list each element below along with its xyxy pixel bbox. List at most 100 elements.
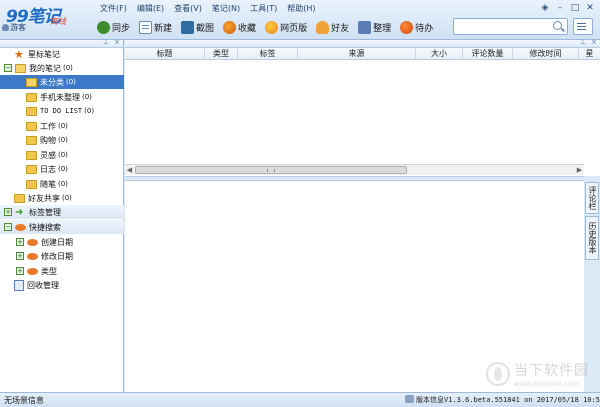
column-type[interactable]: 类型 [205,48,238,60]
quick-search-icon [27,252,38,260]
menu-file[interactable]: 文件(F) [96,2,131,16]
column-modified[interactable]: 修改时间 [513,48,579,60]
tree-item-label: 我的笔记 [29,63,61,73]
maximize-icon[interactable]: □ [569,3,581,14]
column-star[interactable]: 星 [579,48,600,60]
tree-item-friend-share[interactable]: 好友共享 (0) [0,191,124,205]
tree-item-count: (0) [82,93,92,101]
menu-tools[interactable]: 工具(T) [246,2,281,16]
collapse-icon[interactable]: − [4,223,12,231]
pin-icon[interactable]: ⊥ [103,38,109,46]
quick-search-icon [27,267,38,275]
tree-item-count: (0) [58,151,68,159]
tree-item-label: 回收管理 [27,280,59,290]
scroll-left-icon[interactable]: ◀ [125,166,134,175]
collapse-icon[interactable]: − [4,64,12,72]
tree-item-label: 标签管理 [29,207,61,217]
minimize-icon[interactable]: – [554,3,566,14]
tree-item-inspiration[interactable]: 灵感 (0) [0,148,124,162]
user-label: 游客 [10,23,26,32]
tree-item-starred[interactable]: ★ 星标笔记 [0,47,124,61]
tree-item-count: (0) [63,64,73,72]
organize-icon [358,20,372,34]
folder-open-icon [26,77,37,87]
menu-note[interactable]: 笔记(N) [208,2,244,16]
watermark-title: 当下软件园 [514,363,589,379]
close-icon[interactable]: × [591,38,597,46]
view-menu-button[interactable] [573,18,593,35]
todo-button[interactable]: 待办 [397,18,436,36]
scroll-right-icon[interactable]: ▶ [575,166,584,175]
watermark-logo-icon [486,362,510,386]
tree-item-tag-manage[interactable]: + ➜ 标签管理 [0,205,124,219]
column-source[interactable]: 来源 [298,48,416,60]
scrollbar-thumb[interactable] [135,166,407,174]
column-title[interactable]: 标题 [125,48,205,60]
tree-item-label: 购物 [40,135,56,145]
toolbar: 同步 新建 截图 收藏 网页版 好友 整理 待办 [94,17,439,37]
expand-icon[interactable]: + [16,267,24,275]
close-icon[interactable]: ✕ [584,3,596,14]
tree-item-todo-list[interactable]: TO DO LIST (0) [0,104,124,118]
close-icon[interactable]: × [114,38,120,46]
pin-icon[interactable]: ⊥ [580,38,586,46]
menu-edit[interactable]: 编辑(E) [133,2,168,16]
user-icon [2,24,9,31]
tree-item-journal[interactable]: 日志 (0) [0,162,124,176]
todo-label: 待办 [415,23,434,34]
web-icon [265,20,279,34]
sync-button[interactable]: 同步 [94,18,133,36]
tab-comments[interactable]: 评论栏 [585,182,599,214]
sync-label: 同步 [112,23,131,34]
tree-item-label: 灵感 [40,150,56,160]
tree-item-mobile[interactable]: 手机未整理 (0) [0,90,124,104]
folder-icon [14,193,25,203]
expand-icon[interactable]: + [4,208,12,216]
tab-history[interactable]: 历史版本 [585,216,599,260]
tree-item-label: 未分类 [40,77,64,87]
menu-view[interactable]: 查看(V) [170,2,206,16]
user-account[interactable]: 游客 [2,22,26,33]
tree-item-count: (0) [62,194,72,202]
tree-item-type[interactable]: + 类型 [0,264,124,278]
tree-item-count: (0) [84,107,95,115]
favorite-button[interactable]: 收藏 [220,18,259,36]
star-icon: ★ [14,47,24,61]
web-version-label: 网页版 [280,23,308,34]
folder-icon [26,121,37,131]
screenshot-button[interactable]: 截图 [178,18,217,36]
search-icon[interactable] [553,21,562,30]
folder-icon [26,106,37,116]
tree-item-modified-date[interactable]: + 修改日期 [0,249,124,263]
tree-item-uncategorized[interactable]: 未分类 (0) [0,75,124,89]
tree-item-recycle[interactable]: 回收管理 [0,278,124,292]
organize-button[interactable]: 整理 [355,18,394,36]
tree-item-work[interactable]: 工作 (0) [0,119,124,133]
expand-icon[interactable]: + [16,252,24,260]
menu-help[interactable]: 帮助(H) [283,2,319,16]
quick-search-icon [27,238,38,246]
horizontal-scrollbar[interactable]: ◀ ▶ [125,164,584,175]
search-input[interactable] [453,18,568,35]
tree-item-essay[interactable]: 随笔 (0) [0,177,124,191]
friend-button[interactable]: 好友 [313,18,352,36]
scene-status: 无场景信息 [4,396,44,405]
tree-item-my-notes[interactable]: − 我的笔记 (0) [0,61,124,75]
tree-item-quick-search[interactable]: − 快捷搜索 [0,220,124,234]
column-size[interactable]: 大小 [416,48,463,60]
web-version-button[interactable]: 网页版 [262,18,310,36]
tree-item-label: 日志 [40,164,56,174]
tree-item-count: (0) [58,180,68,188]
tree-item-label: TO DO LIST [40,107,83,115]
tree-item-created-date[interactable]: + 创建日期 [0,235,124,249]
favorite-label: 收藏 [238,23,257,34]
expand-icon[interactable]: + [16,238,24,246]
column-tags[interactable]: 标签 [238,48,298,60]
tree-item-label: 星标笔记 [28,49,60,59]
tree-item-shopping[interactable]: 购物 (0) [0,133,124,147]
friend-icon [316,20,330,34]
column-comments[interactable]: 评论数量 [463,48,513,60]
skin-icon[interactable]: ◈ [539,3,551,14]
new-note-button[interactable]: 新建 [136,18,175,36]
column-headers: 标题 类型 标签 来源 大小 评论数量 修改时间 星 [125,48,600,60]
